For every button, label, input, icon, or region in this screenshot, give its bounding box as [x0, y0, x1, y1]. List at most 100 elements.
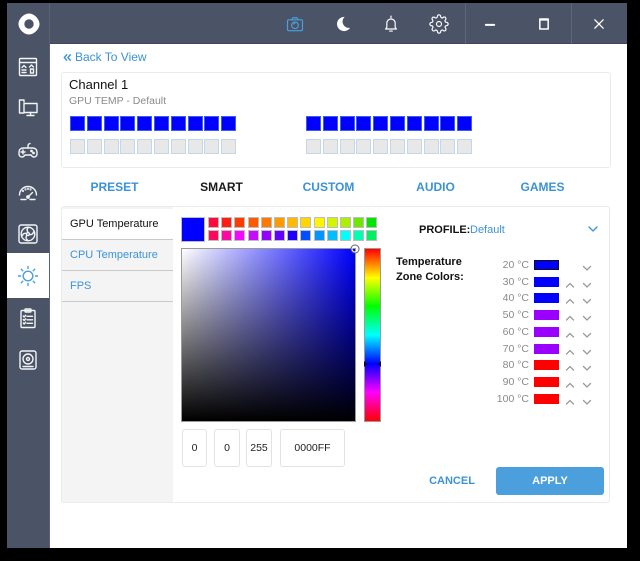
green-input[interactable]: 0 — [214, 429, 240, 467]
cancel-button[interactable]: CANCEL — [429, 471, 475, 491]
led-square[interactable] — [120, 139, 136, 154]
led-square[interactable] — [406, 139, 422, 154]
led-square[interactable] — [221, 139, 237, 154]
palette-swatch[interactable] — [260, 230, 272, 241]
source-fps[interactable]: FPS — [62, 271, 173, 302]
move-up-button[interactable] — [565, 360, 575, 371]
palette-swatch[interactable] — [300, 217, 312, 228]
palette-swatch[interactable] — [221, 217, 233, 228]
palette-swatch[interactable] — [287, 217, 299, 228]
sidebar-item-fans[interactable] — [7, 213, 49, 255]
move-up-button[interactable] — [565, 327, 575, 338]
led-square[interactable] — [86, 116, 102, 131]
led-square[interactable] — [339, 116, 355, 131]
palette-swatch[interactable] — [300, 230, 312, 241]
led-square[interactable] — [457, 116, 473, 131]
palette-swatch[interactable] — [273, 217, 285, 228]
palette-swatch[interactable] — [221, 230, 233, 241]
blue-input[interactable]: 255 — [246, 429, 272, 467]
screenshot-button[interactable] — [275, 3, 315, 44]
hue-slider-handle[interactable] — [378, 360, 381, 367]
profile-dropdown[interactable]: Default — [470, 224, 505, 236]
sidebar-item-tasks[interactable] — [7, 297, 49, 339]
move-down-button[interactable] — [582, 394, 592, 405]
led-square[interactable] — [322, 116, 338, 131]
palette-swatch[interactable] — [234, 230, 246, 241]
led-square[interactable] — [187, 139, 203, 154]
palette-swatch[interactable] — [366, 230, 378, 241]
led-square[interactable] — [389, 139, 405, 154]
led-square[interactable] — [322, 139, 338, 154]
led-square[interactable] — [187, 116, 203, 131]
red-input[interactable]: 0 — [182, 429, 207, 467]
move-down-button[interactable] — [582, 327, 592, 338]
led-square[interactable] — [339, 139, 355, 154]
led-square[interactable] — [170, 116, 186, 131]
sidebar-item-lighting[interactable] — [7, 253, 49, 298]
palette-swatch[interactable] — [339, 230, 351, 241]
palette-swatch[interactable] — [326, 217, 338, 228]
sidebar-item-pc[interactable] — [7, 87, 49, 129]
palette-swatch[interactable] — [366, 217, 378, 228]
palette-swatch[interactable] — [287, 230, 299, 241]
color-picker-cursor[interactable] — [351, 245, 359, 253]
led-square[interactable] — [306, 116, 321, 131]
palette-swatch[interactable] — [313, 230, 325, 241]
led-square[interactable] — [356, 139, 372, 154]
palette-swatch[interactable] — [353, 230, 365, 241]
move-up-button[interactable] — [565, 344, 575, 355]
zone-color-swatch[interactable] — [534, 326, 559, 337]
apply-button[interactable]: APPLY — [496, 467, 604, 495]
sidebar-item-audio[interactable] — [7, 339, 49, 381]
sidebar-item-gaming[interactable] — [7, 130, 49, 172]
zone-color-swatch[interactable] — [534, 376, 559, 387]
move-down-button[interactable] — [582, 344, 592, 355]
led-square[interactable] — [137, 116, 153, 131]
zone-color-swatch[interactable] — [534, 310, 559, 321]
led-square[interactable] — [440, 139, 456, 154]
notifications-button[interactable] — [371, 3, 411, 44]
tab-games[interactable]: GAMES — [489, 175, 596, 199]
move-up-button[interactable] — [565, 293, 575, 305]
palette-swatch[interactable] — [260, 217, 272, 228]
minimize-button[interactable] — [470, 3, 510, 44]
led-square[interactable] — [70, 139, 85, 154]
led-square[interactable] — [170, 139, 186, 154]
palette-swatch[interactable] — [273, 230, 285, 241]
palette-swatch[interactable] — [208, 230, 219, 241]
source-cpu-temperature[interactable]: CPU Temperature — [62, 240, 173, 271]
tab-custom[interactable]: CUSTOM — [275, 175, 382, 199]
move-down-button[interactable] — [582, 277, 592, 288]
led-square[interactable] — [120, 116, 136, 131]
led-square[interactable] — [70, 116, 85, 131]
led-square[interactable] — [204, 139, 220, 154]
move-up-button[interactable] — [565, 394, 575, 405]
palette-swatch[interactable] — [339, 217, 351, 228]
palette-swatch[interactable] — [247, 217, 259, 228]
back-to-view-link[interactable]: Back To View — [63, 50, 147, 64]
zone-color-swatch[interactable] — [534, 260, 559, 270]
move-up-button[interactable] — [565, 277, 575, 288]
move-down-button[interactable] — [582, 293, 592, 305]
palette-swatch[interactable] — [247, 230, 259, 241]
hex-input[interactable]: 0000FF — [280, 429, 345, 467]
led-square[interactable] — [86, 139, 102, 154]
led-square[interactable] — [356, 116, 372, 131]
move-down-button[interactable] — [582, 360, 592, 372]
led-square[interactable] — [389, 116, 405, 131]
source-gpu-temperature[interactable]: GPU Temperature — [62, 209, 173, 240]
tab-smart[interactable]: SMART — [168, 175, 275, 199]
led-square[interactable] — [457, 139, 473, 154]
night-mode-button[interactable] — [323, 3, 363, 44]
led-square[interactable] — [406, 116, 422, 131]
zone-color-swatch[interactable] — [534, 343, 559, 354]
move-down-button[interactable] — [582, 260, 592, 271]
move-up-button[interactable] — [565, 377, 575, 388]
palette-swatch[interactable] — [353, 217, 365, 228]
led-square[interactable] — [373, 139, 389, 154]
led-square[interactable] — [137, 139, 153, 154]
hue-slider-handle[interactable] — [364, 360, 367, 367]
logo-icon[interactable] — [16, 11, 42, 37]
profile-dropdown-toggle[interactable] — [586, 222, 600, 236]
palette-swatch[interactable] — [208, 217, 219, 228]
